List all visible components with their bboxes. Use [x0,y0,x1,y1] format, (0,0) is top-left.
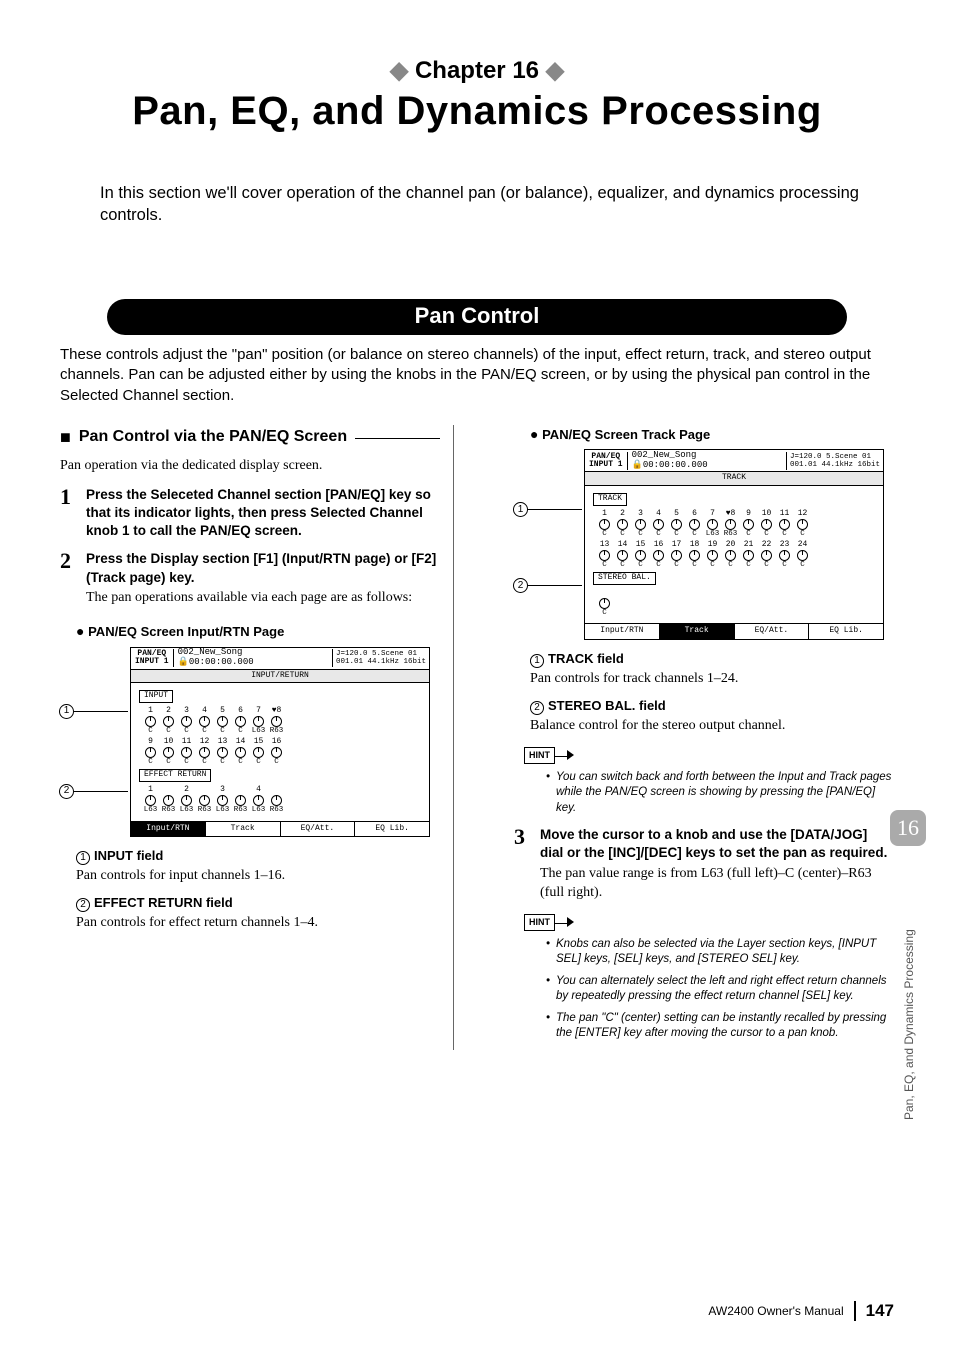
section-description: These controls adjust the "pan" position… [60,345,894,407]
hint-tag: HINT [524,914,555,930]
field-stereo-bal: 2STEREO BAL. field [530,697,894,715]
step-number: 3 [514,826,534,902]
screenshot-caption: ● PAN/EQ Screen Input/RTN Page [76,622,440,641]
field-input: 1INPUT field [76,847,440,865]
page-title: Pan, EQ, and Dynamics Processing [60,89,894,134]
intro-paragraph: In this section we'll cover operation of… [100,182,864,227]
hint-box-2: HINT Knobs can also be selected via the … [524,912,894,1041]
screenshot-track: 1 2 PAN/EQINPUT 1 002_New_Song🔒00:00:00.… [584,449,884,640]
diamond-icon: ◆ [546,57,564,84]
subheading: ■ Pan Control via the PAN/EQ Screen [60,425,440,449]
hint-box-1: HINT You can switch back and forth betwe… [524,745,894,816]
left-column: ■ Pan Control via the PAN/EQ Screen Pan … [60,425,440,1050]
right-column: ● PAN/EQ Screen Track Page 1 2 PAN/EQINP… [514,425,894,1050]
bullet-icon: ● [530,426,538,442]
screenshot-caption: ● PAN/EQ Screen Track Page [530,425,894,444]
field-track: 1TRACK field [530,650,894,668]
page-number: 147 [866,1301,894,1321]
step-2: 2 Press the Display section [F1] (Input/… [60,550,440,607]
field-effect-return: 2EFFECT RETURN field [76,894,440,912]
screenshot-input-rtn: 1 2 PAN/EQINPUT 1 002_New_Song🔒00:00:00.… [130,647,430,838]
side-tab: 16 Pan, EQ, and Dynamics Processing [888,810,926,1170]
callout-2: 2 [513,578,582,593]
footer-divider [854,1301,856,1321]
step-3: 3 Move the cursor to a knob and use the … [514,826,894,902]
callout-2: 2 [59,784,128,799]
hint-tag: HINT [524,747,555,763]
side-chapter-title: Pan, EQ, and Dynamics Processing [902,860,916,1120]
column-divider [453,425,454,1050]
bullet-icon: ● [76,623,84,639]
callout-1: 1 [59,704,128,719]
diamond-icon: ◆ [390,57,408,84]
page-footer: AW2400 Owner's Manual 147 [708,1301,894,1321]
section-header: Pan Control [60,299,894,335]
rule-line [355,438,440,439]
step-number: 1 [60,486,80,541]
square-icon: ■ [60,425,71,449]
chapter-label: ◆ Chapter 16 ◆ [60,56,894,85]
step-number: 2 [60,550,80,607]
subhead-description: Pan operation via the dedicated display … [60,457,440,476]
step-1: 1 Press the Seleceted Channel section [P… [60,486,440,541]
chapter-number-badge: 16 [890,810,926,846]
callout-1: 1 [513,502,582,517]
